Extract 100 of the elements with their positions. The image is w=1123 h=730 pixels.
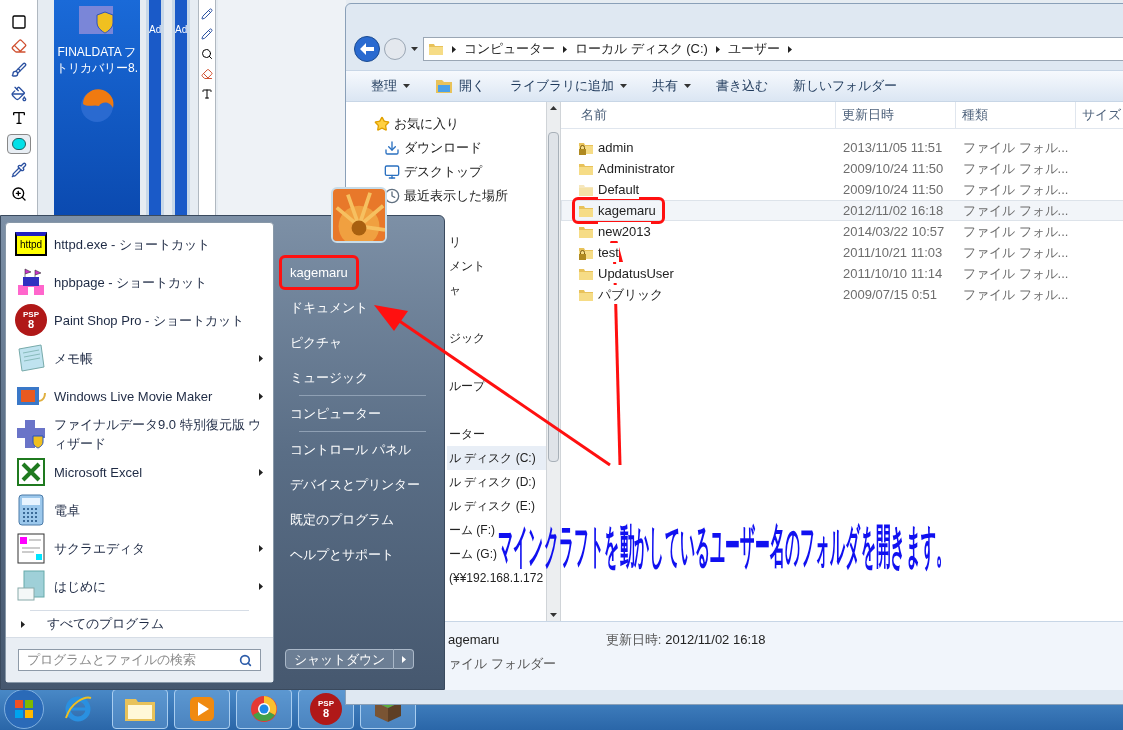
file-row[interactable]: test 2011/10/21 11:03 ファイル フォル... — [561, 242, 1123, 263]
breadcrumb-item[interactable]: コンピューター — [464, 39, 555, 59]
toolbar-button[interactable]: 開く — [435, 76, 485, 96]
icon-label: PSP — [318, 699, 334, 708]
file-row[interactable]: Administrator 2009/10/24 11:50 ファイル フォル... — [561, 158, 1123, 179]
toolbar-button[interactable]: 書き込む — [716, 76, 768, 96]
pencil-icon — [201, 8, 213, 20]
program-item[interactable]: PSP 8 Paint Shop Pro - ショートカット — [6, 301, 273, 339]
toolbar-button[interactable]: 新しいフォルダー — [793, 76, 897, 96]
program-item[interactable]: ファイナルデータ9.0 特別復元版 ウィザード — [6, 415, 273, 453]
file-date: 2012/11/02 16:18 — [842, 201, 945, 220]
file-type: ファイル フォル... — [962, 180, 1070, 199]
notepad-icon — [15, 343, 47, 373]
places-item[interactable]: ピクチャ — [279, 325, 353, 360]
file-row[interactable]: UpdatusUser 2011/10/10 11:14 ファイル フォル... — [561, 263, 1123, 284]
nav-item[interactable]: 最近表示した場所 — [384, 184, 508, 208]
file-row[interactable]: new2013 2014/03/22 10:57 ファイル フォル... — [561, 221, 1123, 242]
taskbar-button[interactable] — [112, 689, 168, 729]
program-item[interactable]: Windows Live Movie Maker — [6, 377, 273, 415]
column-header[interactable]: サイズ — [1076, 102, 1123, 128]
nav-item[interactable]: ーター — [447, 422, 485, 446]
toolbar-button[interactable]: ライブラリに追加 — [510, 76, 627, 96]
back-button[interactable] — [354, 36, 380, 62]
taskbar-button[interactable]: PSP 8 — [298, 689, 354, 729]
chevron-icon — [452, 45, 456, 53]
icon-label: PSP — [23, 310, 39, 319]
file-type: ファイル フォル... — [962, 243, 1070, 262]
nav-item[interactable]: ル ディスク (C:) — [447, 446, 546, 470]
text-tool-icon — [201, 88, 213, 100]
file-date: 2013/11/05 11:51 — [842, 138, 944, 157]
folder-icon — [124, 696, 156, 722]
caret-icon — [550, 613, 557, 617]
places-item[interactable]: ドキュメント — [279, 290, 379, 325]
castle-icon — [15, 267, 47, 297]
nav-item[interactable]: デスクトップ — [384, 160, 482, 184]
scrollbar[interactable] — [546, 102, 561, 621]
places-item[interactable]: ミュージック — [279, 360, 379, 395]
program-item[interactable]: はじめに — [6, 567, 273, 605]
window-fragment-label: Ad — [175, 23, 187, 37]
file-row[interactable]: Default 2009/10/24 11:50 ファイル フォル... — [561, 179, 1123, 200]
shutdown-button[interactable]: シャットダウン — [285, 649, 394, 669]
nav-item[interactable]: ル ディスク (E:) — [447, 494, 535, 518]
nav-item[interactable]: ーム (F:) — [447, 518, 495, 542]
program-item[interactable]: Microsoft Excel — [6, 453, 273, 491]
annotation-caption: マインクラフトを動かしているユーザー名のフォルダを開きます。 — [498, 522, 951, 570]
puzzle-shield-icon — [15, 418, 47, 450]
places-item[interactable]: デバイスとプリンター — [279, 467, 431, 502]
program-item[interactable]: hpbpage - ショートカット — [6, 263, 273, 301]
nav-item[interactable]: メント — [447, 254, 485, 278]
nav-item[interactable]: お気に入り — [374, 112, 459, 136]
shape-tool-icon[interactable] — [6, 134, 31, 154]
nav-item[interactable]: ダウンロード — [384, 136, 482, 160]
details-label: 更新日時: — [605, 631, 662, 649]
taskbar-button[interactable] — [174, 689, 230, 729]
address-bar[interactable]: コンピューター ローカル ディスク (C:) ユーザー — [423, 37, 1123, 61]
program-item[interactable]: 電卓 — [6, 491, 273, 529]
text-tool-icon — [10, 110, 27, 126]
file-row[interactable]: kagemaru 2012/11/02 16:18 ファイル フォル... — [561, 200, 1123, 221]
shutdown-options-button[interactable] — [394, 649, 414, 669]
places-item[interactable]: コントロール パネル — [279, 432, 422, 467]
program-item[interactable]: サクラエディタ — [6, 529, 273, 567]
nav-item[interactable]: ーム (G:) — [447, 542, 497, 566]
icon-label: 8 — [27, 318, 35, 330]
places-item[interactable]: kagemaru — [279, 255, 359, 290]
scrollbar-thumb[interactable] — [548, 131, 559, 462]
places-item[interactable]: ヘルプとサポート — [279, 537, 405, 572]
nav-item[interactable]: リ — [447, 230, 461, 254]
icon-label: httpd — [19, 240, 43, 250]
toolbar-button[interactable]: 共有 — [652, 76, 691, 96]
column-header[interactable]: 種類 — [956, 102, 1076, 128]
breadcrumb-item[interactable]: ユーザー — [727, 39, 780, 59]
places-item[interactable]: コンピューター — [279, 396, 392, 431]
column-header[interactable]: 更新日時 — [836, 102, 956, 128]
program-item[interactable]: メモ帳 — [6, 339, 273, 377]
chevron-icon — [787, 45, 792, 53]
eraser-icon — [201, 68, 213, 80]
chevron-icon — [401, 655, 406, 663]
history-dropdown[interactable] — [410, 44, 419, 54]
star-icon — [374, 116, 390, 132]
taskbar-button[interactable] — [236, 689, 292, 729]
program-item[interactable]: httpd httpd.exe - ショートカット — [6, 225, 273, 263]
places-item[interactable]: 既定のプログラム — [279, 502, 405, 537]
breadcrumb-item[interactable]: ローカル ディスク (C:) — [575, 39, 708, 59]
toolbar-button[interactable]: 整理 — [371, 76, 410, 96]
calculator-icon — [18, 494, 44, 526]
nav-item[interactable]: ル ディスク (D:) — [447, 470, 536, 494]
file-type: ファイル フォル... — [962, 159, 1070, 178]
search-field[interactable]: プログラムとファイルの検索 — [18, 649, 261, 671]
nav-item[interactable]: ャ — [447, 278, 461, 302]
file-row[interactable]: admin 2013/11/05 11:51 ファイル フォル... — [561, 137, 1123, 158]
start-button[interactable] — [4, 689, 44, 729]
nav-item[interactable]: ループ — [447, 374, 485, 398]
file-date: 2011/10/21 11:03 — [842, 243, 944, 262]
file-row[interactable]: パブリック 2009/07/15 0:51 ファイル フォル... — [561, 284, 1123, 305]
window-fragment-label: Ad — [149, 23, 161, 37]
file-date: 2009/10/24 11:50 — [842, 180, 945, 199]
windows-logo-icon — [14, 699, 34, 719]
all-programs-button[interactable]: すべてのプログラム — [6, 611, 273, 637]
nav-item[interactable]: ジック — [447, 326, 485, 350]
column-header[interactable]: 名前 — [561, 102, 836, 128]
